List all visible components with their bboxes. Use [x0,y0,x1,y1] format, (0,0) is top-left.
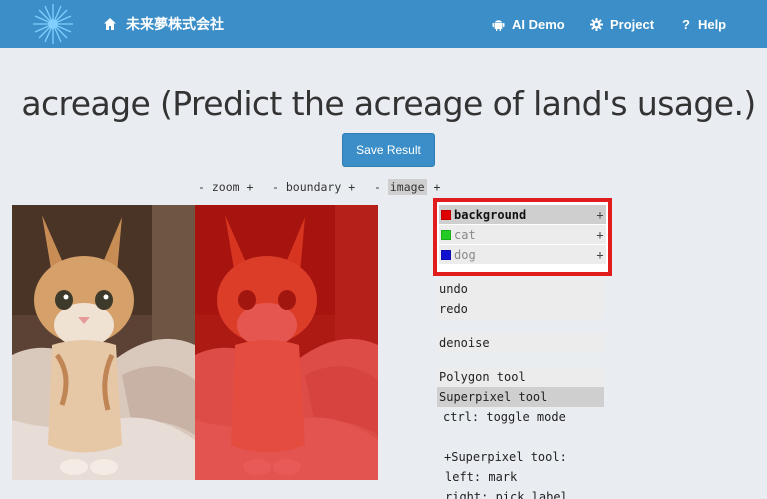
zoom-plus-button[interactable]: + [247,180,254,194]
label-background-plus[interactable]: + [594,208,606,222]
android-icon [492,19,505,31]
kitten-photo-masked [195,205,378,480]
image-control: - image + [374,178,440,196]
background-mask [195,205,378,480]
label-cat-text: cat [454,227,476,242]
logo-icon[interactable] [30,2,76,46]
right-click-hint: right: pick label [445,490,568,499]
left-click-hint: left: mark [445,470,518,484]
boundary-label: boundary [285,180,342,194]
image-plus-button[interactable]: + [433,180,440,194]
polygon-tool-button[interactable]: Polygon tool [437,367,604,387]
nav-ai-demo[interactable]: AI Demo [492,14,565,34]
brand-name: 未来夢株式会社 [126,16,224,32]
nav-project[interactable]: Project [590,14,654,34]
save-result-button[interactable]: Save Result [342,133,435,167]
toggle-mode-hint: ctrl: toggle mode [443,410,566,424]
label-cat[interactable]: cat + [439,225,606,244]
page-title: acreage (Predict the acreage of land's u… [21,84,756,123]
dog-swatch [441,249,451,260]
label-background[interactable]: background + [439,205,606,224]
zoom-control: - zoom + [198,178,253,196]
gear-icon [590,17,603,31]
label-dog-plus[interactable]: + [594,248,606,262]
zoom-minus-button[interactable]: - [198,180,205,194]
nav-help[interactable]: ? Help [682,14,726,34]
brand-link[interactable]: 未来夢株式会社 [103,14,224,34]
annotated-image[interactable] [195,205,378,480]
zoom-label: zoom [211,180,240,194]
undo-button[interactable]: undo [437,279,604,299]
label-background-text: background [454,207,527,222]
nav-project-label: Project [610,16,655,32]
image-minus-button[interactable]: - [374,180,381,194]
navbar: 未来夢株式会社 AI Demo Project ? Help [0,0,767,48]
home-icon [104,18,116,30]
label-dog[interactable]: dog + [439,245,606,264]
label-dog-text: dog [454,247,476,262]
boundary-control: - boundary + [272,178,355,196]
history-menu: undo redo [437,279,604,319]
cat-swatch [441,229,451,240]
redo-button[interactable]: redo [437,299,604,319]
denoise-menu: denoise [437,333,604,353]
denoise-button[interactable]: denoise [437,333,604,353]
superpixel-tool-button[interactable]: Superpixel tool [437,387,604,407]
label-legend: background + cat + dog + [433,198,612,276]
tool-menu: Polygon tool Superpixel tool ctrl: toggl… [437,367,604,499]
kitten-photo [12,205,195,480]
nav-ai-demo-label: AI Demo [512,16,565,32]
superpixel-help-heading: +Superpixel tool: [444,450,567,464]
background-swatch [441,209,451,220]
question-icon: ? [682,16,690,32]
boundary-plus-button[interactable]: + [348,180,355,194]
original-image[interactable] [12,205,195,480]
nav-help-label: Help [697,16,727,32]
image-label: image [387,179,427,195]
label-cat-plus[interactable]: + [594,228,606,242]
boundary-minus-button[interactable]: - [272,180,279,194]
